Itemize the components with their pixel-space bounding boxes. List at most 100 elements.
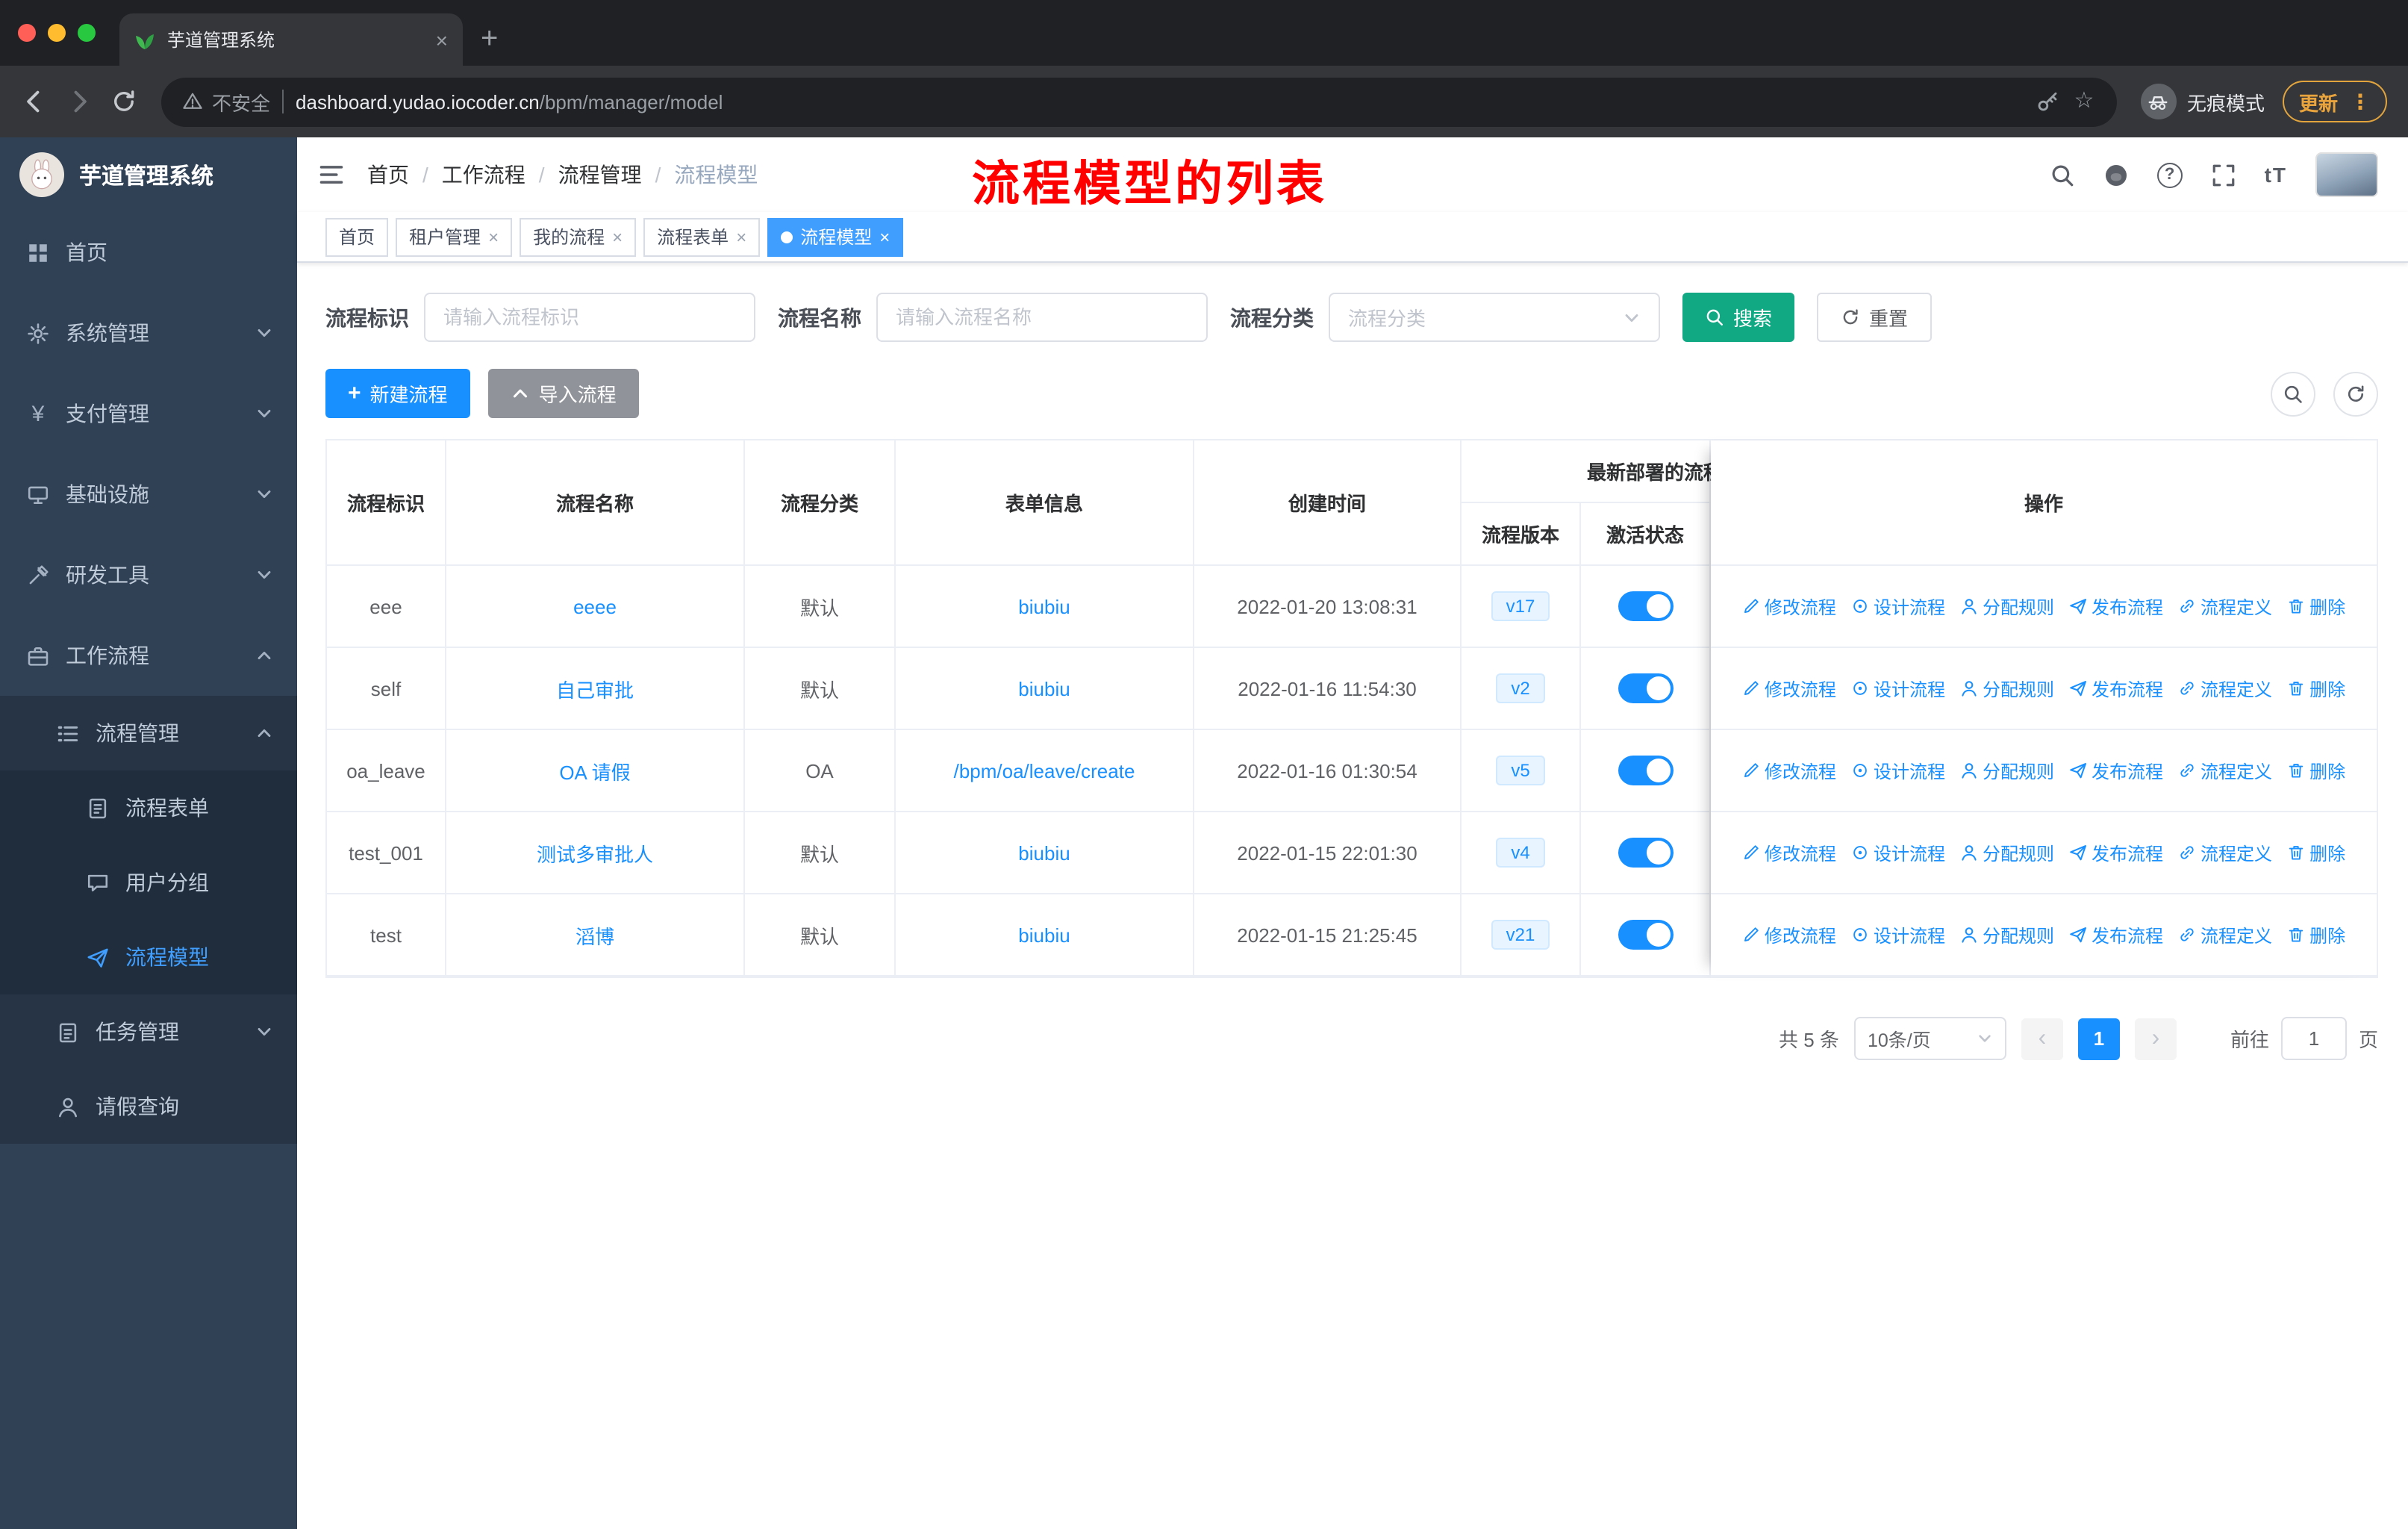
prev-page-button[interactable]: ‹: [2021, 1018, 2063, 1059]
status-toggle[interactable]: [1618, 591, 1673, 621]
new-tab-button[interactable]: +: [481, 22, 498, 57]
browser-menu-icon[interactable]: ⋮: [2350, 89, 2371, 114]
sidebar-item-task-management[interactable]: 任务管理: [0, 994, 297, 1069]
action-design-process[interactable]: 设计流程: [1851, 922, 1945, 947]
process-name-link[interactable]: eeee: [573, 595, 617, 617]
action-process-definition[interactable]: 流程定义: [2178, 676, 2272, 701]
breadcrumb-process-management[interactable]: 流程管理: [558, 160, 642, 190]
tab-close-icon[interactable]: ×: [436, 28, 448, 52]
minimize-window-button[interactable]: [48, 24, 66, 42]
form-info-link[interactable]: biubiu: [1018, 924, 1070, 946]
bookmark-star-icon[interactable]: ☆: [2072, 89, 2096, 113]
action-edit-process[interactable]: 修改流程: [1742, 840, 1836, 865]
action-design-process[interactable]: 设计流程: [1851, 676, 1945, 701]
search-icon[interactable]: [2050, 162, 2075, 187]
update-browser-button[interactable]: 更新 ⋮: [2282, 81, 2387, 122]
page-size-select[interactable]: 10条/页: [1853, 1017, 2006, 1060]
tag-my-process[interactable]: 我的流程 ×: [520, 217, 637, 256]
tag-tenant-management[interactable]: 租户管理 ×: [396, 217, 513, 256]
action-publish-process[interactable]: 发布流程: [2069, 676, 2163, 701]
close-icon[interactable]: ×: [488, 226, 499, 247]
action-design-process[interactable]: 设计流程: [1851, 594, 1945, 619]
action-edit-process[interactable]: 修改流程: [1742, 594, 1836, 619]
forward-button[interactable]: [66, 88, 93, 115]
action-publish-process[interactable]: 发布流程: [2069, 840, 2163, 865]
current-page-button[interactable]: 1: [2077, 1018, 2120, 1059]
github-icon[interactable]: [2103, 162, 2129, 187]
help-icon[interactable]: ?: [2156, 162, 2183, 187]
fullscreen-icon[interactable]: [2211, 162, 2236, 187]
sidebar-item-leave-query[interactable]: 请假查询: [0, 1069, 297, 1144]
action-edit-process[interactable]: 修改流程: [1742, 922, 1836, 947]
process-name-link[interactable]: 测试多审批人: [537, 838, 653, 867]
back-button[interactable]: [21, 88, 48, 115]
tag-home[interactable]: 首页: [325, 217, 389, 256]
reset-button[interactable]: 重置: [1817, 293, 1933, 342]
action-assign-rule[interactable]: 分配规则: [1960, 758, 2054, 783]
form-info-link[interactable]: biubiu: [1018, 595, 1070, 617]
action-delete[interactable]: 删除: [2287, 758, 2345, 783]
form-info-link[interactable]: /bpm/oa/leave/create: [954, 759, 1135, 782]
action-assign-rule[interactable]: 分配规则: [1960, 676, 2054, 701]
refresh-list-button[interactable]: [2333, 371, 2378, 416]
process-name-link[interactable]: OA 请假: [559, 756, 630, 785]
sidebar-item-user-group[interactable]: 用户分组: [0, 845, 297, 920]
zoom-window-button[interactable]: [78, 24, 96, 42]
status-toggle[interactable]: [1618, 756, 1673, 785]
close-icon[interactable]: ×: [612, 226, 623, 247]
close-window-button[interactable]: [18, 24, 36, 42]
sidebar-collapse-icon[interactable]: [318, 161, 345, 188]
sidebar-item-process-form[interactable]: 流程表单: [0, 770, 297, 845]
reload-button[interactable]: [110, 88, 137, 115]
sidebar-item-process-management[interactable]: 流程管理: [0, 696, 297, 770]
search-button[interactable]: 搜索: [1682, 293, 1795, 342]
status-toggle[interactable]: [1618, 838, 1673, 868]
action-delete[interactable]: 删除: [2287, 840, 2345, 865]
create-process-button[interactable]: + 新建流程: [325, 369, 470, 418]
action-edit-process[interactable]: 修改流程: [1742, 758, 1836, 783]
sidebar-item-infrastructure[interactable]: 基础设施: [0, 454, 297, 535]
process-category-select[interactable]: 流程分类: [1329, 293, 1660, 342]
action-process-definition[interactable]: 流程定义: [2178, 922, 2272, 947]
action-assign-rule[interactable]: 分配规则: [1960, 594, 2054, 619]
action-publish-process[interactable]: 发布流程: [2069, 922, 2163, 947]
action-assign-rule[interactable]: 分配规则: [1960, 840, 2054, 865]
security-warning[interactable]: 不安全: [182, 87, 270, 116]
next-page-button[interactable]: ›: [2134, 1018, 2177, 1059]
address-bar[interactable]: 不安全 dashboard.yudao.iocoder.cn/bpm/manag…: [161, 77, 2117, 126]
tag-process-model[interactable]: 流程模型 ×: [767, 217, 904, 256]
sidebar-item-workflow[interactable]: 工作流程: [0, 615, 297, 696]
import-process-button[interactable]: 导入流程: [487, 369, 639, 418]
process-name-input[interactable]: [876, 293, 1208, 342]
sidebar-item-system[interactable]: 系统管理: [0, 293, 297, 373]
show-search-button[interactable]: [2271, 371, 2315, 416]
browser-tab[interactable]: 芋道管理系统 ×: [119, 13, 463, 66]
action-publish-process[interactable]: 发布流程: [2069, 594, 2163, 619]
tag-process-form[interactable]: 流程表单 ×: [643, 217, 761, 256]
action-publish-process[interactable]: 发布流程: [2069, 758, 2163, 783]
user-avatar[interactable]: [2315, 152, 2378, 197]
breadcrumb-workflow[interactable]: 工作流程: [442, 160, 525, 190]
action-delete[interactable]: 删除: [2287, 676, 2345, 701]
form-info-link[interactable]: biubiu: [1018, 841, 1070, 864]
action-delete[interactable]: 删除: [2287, 922, 2345, 947]
sidebar-item-process-model[interactable]: 流程模型: [0, 920, 297, 994]
password-key-icon[interactable]: [2036, 90, 2060, 113]
font-size-icon[interactable]: tT: [2265, 163, 2287, 187]
goto-page-input[interactable]: [2280, 1017, 2347, 1060]
action-design-process[interactable]: 设计流程: [1851, 840, 1945, 865]
process-id-input[interactable]: [424, 293, 755, 342]
action-design-process[interactable]: 设计流程: [1851, 758, 1945, 783]
breadcrumb-home[interactable]: 首页: [367, 160, 409, 190]
close-icon[interactable]: ×: [736, 226, 746, 247]
sidebar-item-payment[interactable]: ¥ 支付管理: [0, 373, 297, 454]
status-toggle[interactable]: [1618, 673, 1673, 703]
form-info-link[interactable]: biubiu: [1018, 677, 1070, 700]
action-process-definition[interactable]: 流程定义: [2178, 594, 2272, 619]
action-process-definition[interactable]: 流程定义: [2178, 758, 2272, 783]
action-delete[interactable]: 删除: [2287, 594, 2345, 619]
sidebar-item-devtools[interactable]: 研发工具: [0, 535, 297, 615]
sidebar-item-home[interactable]: 首页: [0, 212, 297, 293]
process-name-link[interactable]: 自己审批: [556, 674, 634, 703]
close-icon[interactable]: ×: [879, 226, 890, 247]
